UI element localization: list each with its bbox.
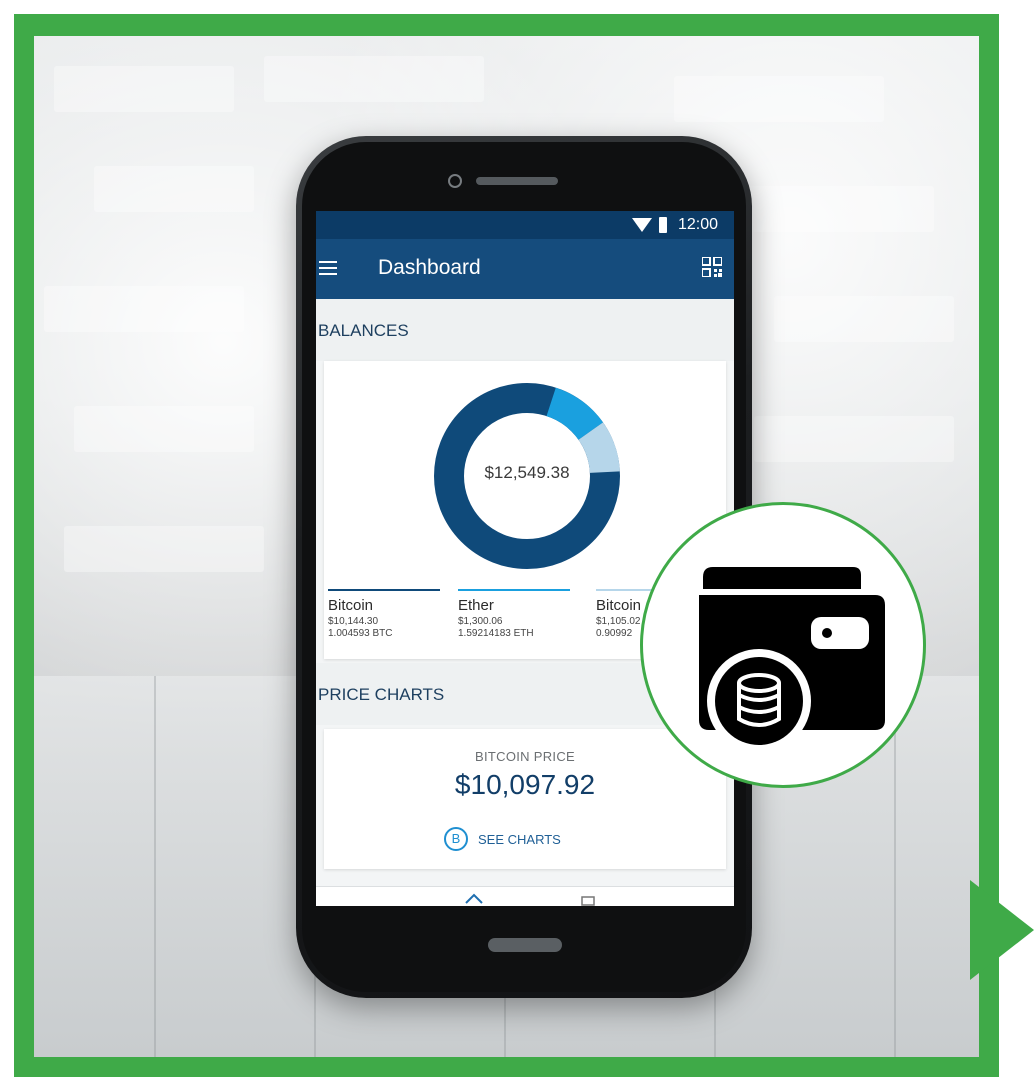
brick <box>734 186 934 232</box>
see-charts-label: SEE CHARTS <box>478 831 561 847</box>
brick <box>774 296 954 342</box>
brick <box>74 406 254 452</box>
total-balance: $12,549.38 <box>484 463 570 482</box>
list-icon[interactable] <box>581 896 595 906</box>
coin-usd: $1,300.06 <box>458 616 503 627</box>
table-plank-line <box>154 676 156 1057</box>
app-title: Dashboard <box>378 256 481 279</box>
coin-name: Bitcoin <box>328 597 374 614</box>
coin-bar <box>328 589 440 591</box>
balances-header-label: BALANCES <box>318 321 409 340</box>
wifi-icon <box>632 218 652 232</box>
home-button[interactable] <box>488 938 562 952</box>
wallet-with-coins-icon <box>699 567 885 753</box>
brick <box>64 526 264 572</box>
status-time: 12:00 <box>678 216 719 233</box>
coin-amount: 1.004593 BTC <box>328 628 393 639</box>
bottom-navigation <box>316 886 734 906</box>
brick <box>264 56 484 102</box>
status-bar: 12:00 <box>316 211 734 239</box>
hamburger-menu-icon[interactable] <box>319 261 337 275</box>
brick <box>44 286 244 332</box>
bottom-nav-icons <box>465 893 595 906</box>
frame-arrow <box>970 880 1034 980</box>
coin-bitcoin[interactable]: Bitcoin $10,144.30 1.004593 BTC <box>328 589 440 639</box>
phone-speaker <box>476 177 558 185</box>
brick <box>54 66 234 112</box>
brick <box>94 166 254 212</box>
brick <box>754 416 954 462</box>
app-bar: Dashboard <box>316 239 734 299</box>
front-camera <box>448 174 462 188</box>
battery-icon <box>659 217 667 233</box>
balances-header: BALANCES <box>316 299 734 361</box>
bitcoin-icon: B <box>444 827 468 851</box>
coin-usd: $10,144.30 <box>328 616 379 627</box>
coin-name: Ether <box>458 597 494 614</box>
coin-amount: 1.59214183 ETH <box>458 628 534 639</box>
balance-donut-chart: $12,549.38 <box>432 381 622 571</box>
qr-code-icon[interactable] <box>702 257 722 277</box>
wallet-badge <box>640 502 926 788</box>
coin-ether[interactable]: Ether $1,300.06 1.59214183 ETH <box>458 589 570 639</box>
brick <box>674 76 884 122</box>
coin-bar <box>458 589 570 591</box>
home-icon[interactable] <box>465 893 483 904</box>
price-charts-header-label: PRICE CHARTS <box>318 685 445 704</box>
see-charts-button[interactable]: B SEE CHARTS <box>444 825 561 853</box>
